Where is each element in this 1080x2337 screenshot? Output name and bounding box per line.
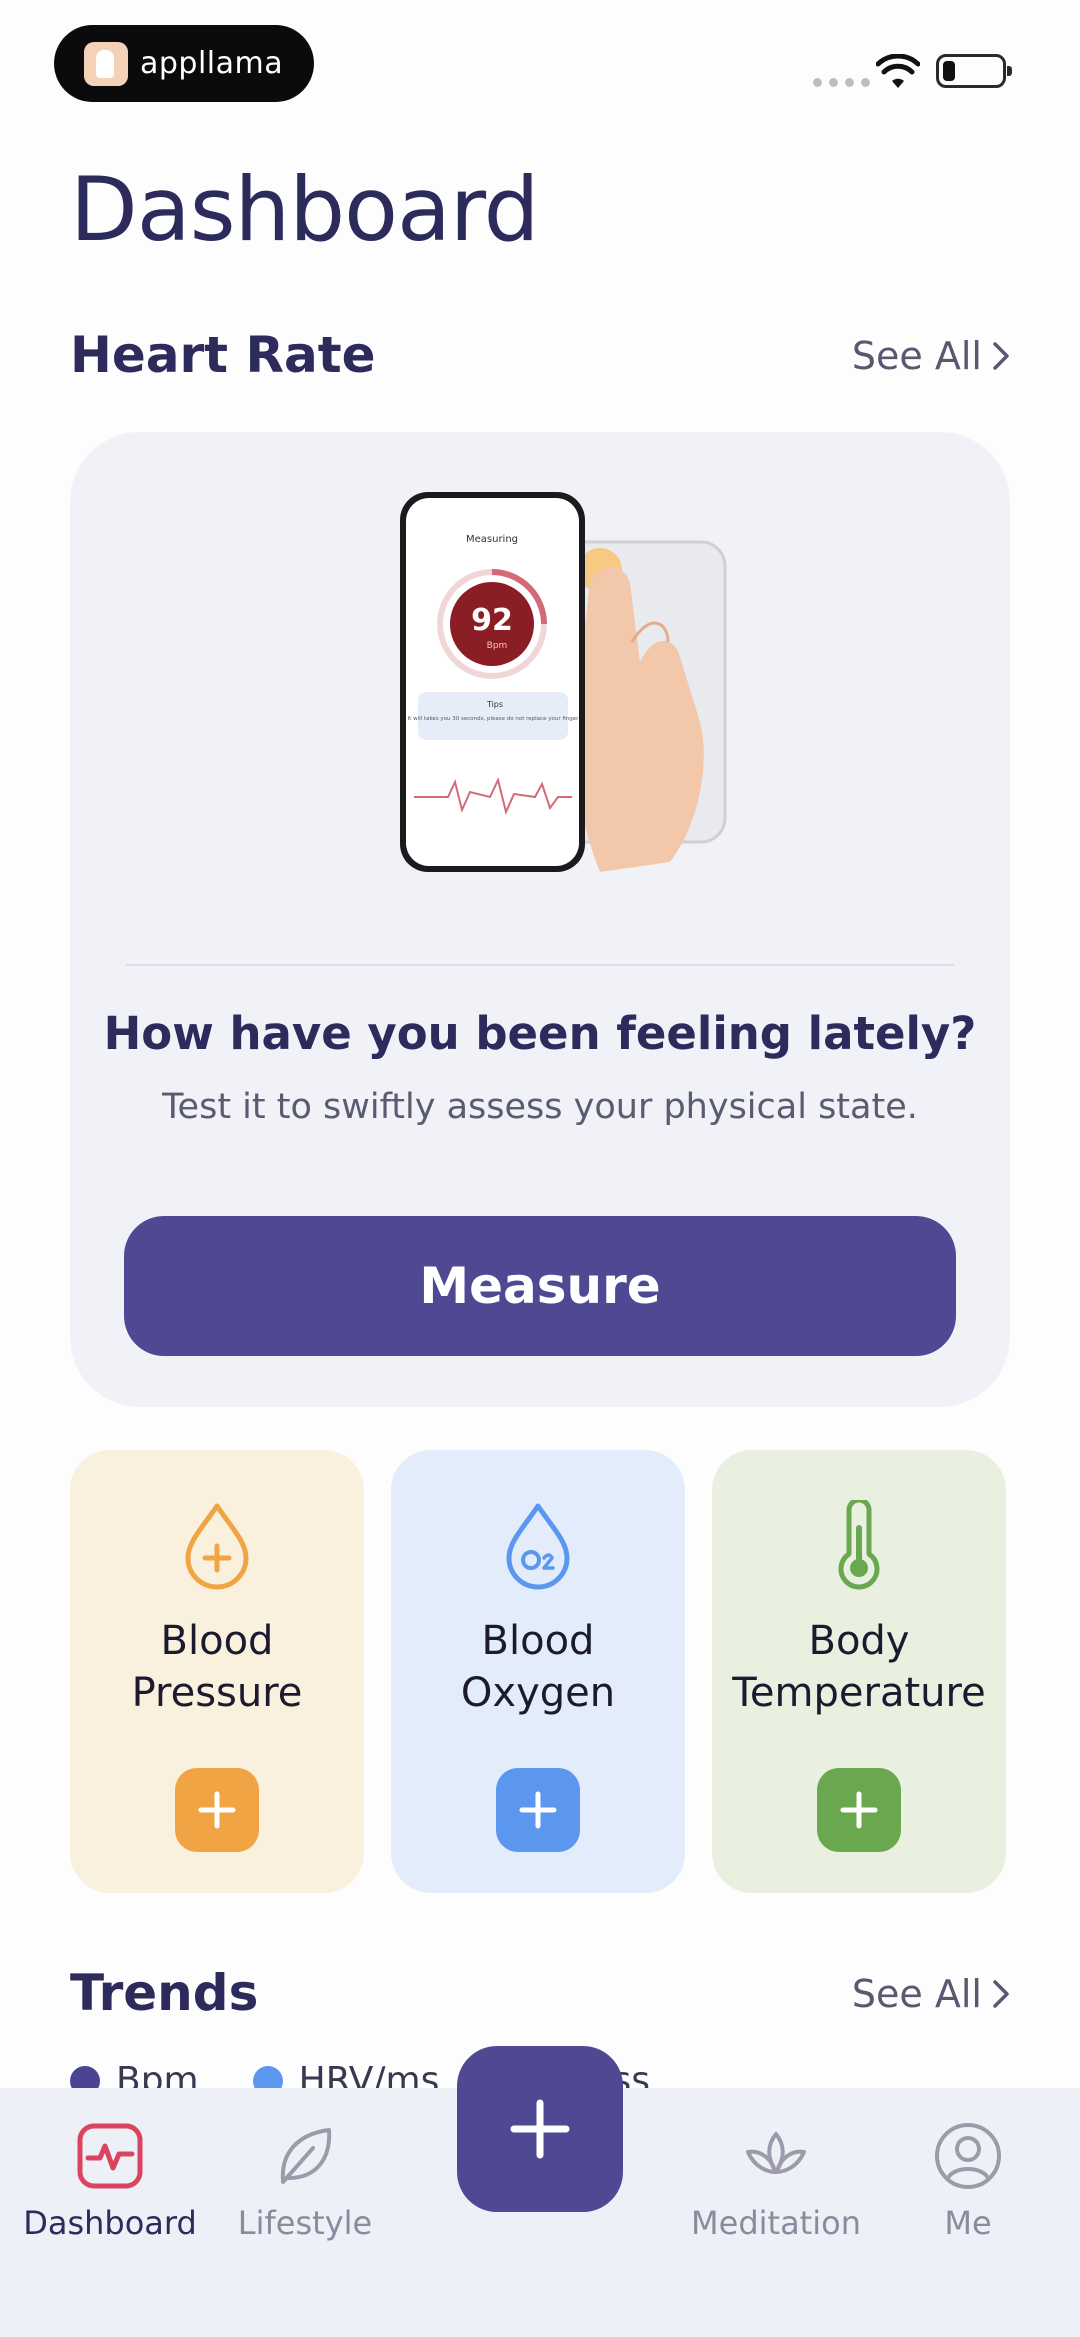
droplet-plus-icon — [185, 1503, 249, 1590]
blood-oxygen-card[interactable]: Blood Oxygen — [391, 1450, 685, 1893]
illustration-bpm-value: 92 — [471, 603, 513, 638]
tab-meditation[interactable]: Meditation — [676, 2120, 876, 2242]
tab-label: Me — [944, 2204, 992, 2242]
body-temperature-card[interactable]: Body Temperature — [712, 1450, 1006, 1893]
page-title: Dashboard — [70, 158, 539, 261]
trends-see-all-link[interactable]: See All — [852, 1972, 1010, 2016]
heart-rate-see-all-link[interactable]: See All — [852, 334, 1010, 378]
measure-button[interactable]: Measure — [124, 1216, 956, 1356]
feeling-question: How have you been feeling lately? — [103, 1007, 977, 1060]
app-badge: appllama — [54, 25, 314, 102]
heart-rate-title: Heart Rate — [70, 326, 376, 384]
user-icon — [935, 2123, 1001, 2189]
plus-icon — [840, 1791, 878, 1829]
body-temperature-label-line2: Temperature — [732, 1670, 986, 1716]
plus-icon — [519, 1791, 557, 1829]
trends-title: Trends — [70, 1964, 259, 2022]
blood-pressure-label-line2: Pressure — [131, 1670, 303, 1716]
tab-label: Meditation — [691, 2204, 861, 2242]
add-body-temperature-button[interactable] — [817, 1768, 901, 1852]
wifi-icon — [876, 54, 920, 88]
chevron-right-icon — [993, 1980, 1009, 2008]
battery-icon — [936, 54, 1012, 88]
blood-oxygen-label-line1: Blood — [481, 1618, 595, 1664]
blood-oxygen-label-line2: Oxygen — [460, 1670, 616, 1716]
feeling-subtitle: Test it to swiftly assess your physical … — [162, 1087, 918, 1127]
card-divider — [126, 964, 954, 966]
lotus-icon — [746, 2132, 806, 2174]
chevron-right-icon — [993, 342, 1009, 370]
illustration-tips-text: It will takes you 30 seconds, please do … — [408, 716, 580, 722]
phone-measuring-illustration: Measuring 92 Bpm Tips It will takes you … — [400, 492, 727, 872]
plus-icon — [510, 2099, 570, 2159]
blood-pressure-label-line1: Blood — [160, 1618, 274, 1664]
tab-dashboard[interactable]: Dashboard — [10, 2120, 210, 2242]
add-blood-oxygen-button[interactable] — [496, 1768, 580, 1852]
tab-label: Lifestyle — [237, 2204, 373, 2242]
heart-rate-card: Measuring 92 Bpm Tips It will takes you … — [70, 432, 1010, 1407]
signal-dots-icon — [813, 78, 870, 87]
plus-icon — [198, 1791, 236, 1829]
droplet-o2-icon — [506, 1503, 570, 1590]
blood-pressure-card[interactable]: Blood Pressure — [70, 1450, 364, 1893]
body-temperature-label-line1: Body — [808, 1618, 910, 1664]
llama-logo-icon — [84, 41, 128, 86]
leaf-icon — [280, 2128, 332, 2184]
tab-label: Dashboard — [23, 2204, 197, 2242]
add-fab-button[interactable] — [457, 2046, 623, 2212]
app-name: appllama — [140, 46, 284, 81]
illustration-bpm-unit: Bpm — [487, 641, 508, 651]
tab-lifestyle[interactable]: Lifestyle — [205, 2120, 405, 2242]
see-all-label: See All — [851, 1972, 982, 2016]
heart-pulse-icon — [77, 2123, 143, 2189]
thermometer-icon — [838, 1500, 880, 1590]
illustration-measuring-label: Measuring — [466, 534, 518, 545]
illustration-tips-title: Tips — [486, 700, 503, 709]
add-blood-pressure-button[interactable] — [175, 1768, 259, 1852]
see-all-label: See All — [851, 334, 982, 378]
tab-me[interactable]: Me — [868, 2120, 1068, 2242]
